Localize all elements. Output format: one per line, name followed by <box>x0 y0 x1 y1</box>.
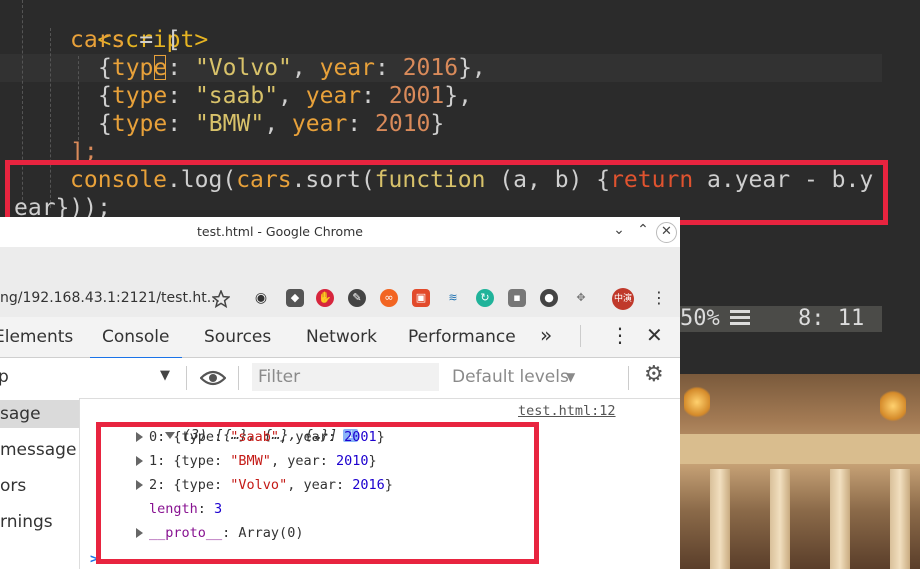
array-item-1[interactable]: 1: {type: "BMW", year: 2010} <box>136 450 377 472</box>
circle-extension-icon[interactable]: ● <box>540 289 558 307</box>
editor-status-bar: 50% 8: 11 <box>680 306 882 332</box>
tab-console[interactable]: Console <box>90 327 181 359</box>
more-tabs-button[interactable]: » <box>540 323 552 347</box>
divider <box>186 366 187 390</box>
devtools-close-icon[interactable]: ✕ <box>646 323 663 347</box>
sidebar-item-errors[interactable]: ors <box>0 472 26 500</box>
array-item-0[interactable]: 0: {type: "saab", year: 2001} <box>136 426 385 448</box>
sidebar-item-messages[interactable]: sage <box>0 400 79 428</box>
filter-input[interactable] <box>252 363 439 391</box>
expand-arrow-icon[interactable] <box>136 480 143 490</box>
spy-extension-icon[interactable]: ◉ <box>252 289 270 307</box>
code-line-car-bmw: {type: "BMW", year: 2010} <box>98 111 445 137</box>
divider <box>628 366 629 390</box>
profile-avatar[interactable]: 中演 <box>612 288 634 310</box>
settings-gear-icon[interactable]: ⚙ <box>644 362 664 387</box>
chrome-window: test.html - Google Chrome ⌄ ⌃ ✕ ng/192.1… <box>0 217 680 569</box>
code-line-cars-decl: cars = [ <box>70 27 181 53</box>
infinity-extension-icon[interactable]: ∞ <box>380 289 398 307</box>
code-line-script-tag: <script> <box>97 27 209 53</box>
log-levels-dropdown[interactable]: Default levels <box>452 367 569 387</box>
code-line-console-log: console.log(cars.sort(function (a, b) {r… <box>70 167 874 193</box>
puzzle-extension-icon[interactable]: ✥ <box>572 289 590 307</box>
text-cursor <box>154 55 166 80</box>
tab-sources[interactable]: Sources <box>204 327 271 347</box>
devtools-tab-strip: Elements Console Sources Network Perform… <box>0 317 680 359</box>
indent-guide <box>22 0 23 210</box>
divider <box>580 325 581 347</box>
adblock-extension-icon[interactable]: ✋ <box>316 289 334 307</box>
sidebar-item-warnings[interactable]: rnings <box>0 508 53 536</box>
chrome-menu-icon[interactable]: ⋮ <box>650 289 668 307</box>
menu-icon[interactable] <box>730 310 750 328</box>
sync-extension-icon[interactable]: ↻ <box>476 289 494 307</box>
divider <box>238 366 239 390</box>
expand-arrow-icon[interactable] <box>136 432 143 442</box>
context-selector[interactable]: p <box>0 367 9 387</box>
tab-network[interactable]: Network <box>306 327 377 347</box>
scroll-percent: 50% <box>680 306 720 331</box>
code-line-array-close: ]; <box>70 139 98 165</box>
block-extension-icon[interactable]: ▪ <box>508 289 526 307</box>
shield-extension-icon[interactable]: ◆ <box>286 289 304 307</box>
levels-chevron-icon[interactable]: ▼ <box>566 370 575 384</box>
context-dropdown-icon[interactable]: ▼ <box>160 368 170 383</box>
console-output: (3) [{…}, {…}, {…}] i test.html:12 0: {ty… <box>80 398 680 569</box>
minimize-button[interactable]: ⌄ <box>610 221 628 239</box>
console-filter-bar: p ▼ Default levels ▼ ⚙ <box>0 358 680 399</box>
eye-icon[interactable] <box>200 368 226 388</box>
cursor-position: 8: 11 <box>798 306 865 331</box>
window-title: test.html - Google Chrome <box>197 224 363 239</box>
address-bar[interactable]: ng/192.168.43.1:2121/test.ht... <box>0 282 220 314</box>
wallpaper-photo <box>680 374 920 569</box>
expand-arrow-icon[interactable] <box>136 528 143 538</box>
array-length: length: 3 <box>149 501 223 517</box>
indent-guide <box>78 56 79 140</box>
title-bar: test.html - Google Chrome ⌄ ⌃ ✕ <box>0 217 680 247</box>
console-prompt[interactable]: > <box>90 548 98 569</box>
source-link[interactable]: test.html:12 <box>518 400 616 422</box>
maximize-button[interactable]: ⌃ <box>634 221 652 239</box>
console-log-summary[interactable]: (3) [{…}, {…}, {…}] i <box>116 402 359 443</box>
close-button[interactable]: ✕ <box>656 222 677 243</box>
pen-extension-icon[interactable]: ✎ <box>348 289 366 307</box>
gift-extension-icon[interactable]: ▣ <box>412 289 430 307</box>
sidebar-item-user-messages[interactable]: message <box>0 436 76 464</box>
expand-arrow-icon[interactable] <box>136 456 143 466</box>
array-item-2[interactable]: 2: {type: "Volvo", year: 2016} <box>136 474 393 496</box>
console-sidebar: sage message ors rnings <box>0 398 80 569</box>
bookmark-star-icon[interactable] <box>212 290 230 308</box>
wave-extension-icon[interactable]: ≋ <box>444 289 462 307</box>
array-proto[interactable]: __proto__: Array(0) <box>136 522 303 544</box>
code-line-car-saab: {type: "saab", year: 2001}, <box>98 83 472 109</box>
devtools-menu-icon[interactable]: ⋮ <box>610 323 630 347</box>
tab-elements[interactable]: Elements <box>0 327 73 347</box>
tab-performance[interactable]: Performance <box>408 327 516 347</box>
